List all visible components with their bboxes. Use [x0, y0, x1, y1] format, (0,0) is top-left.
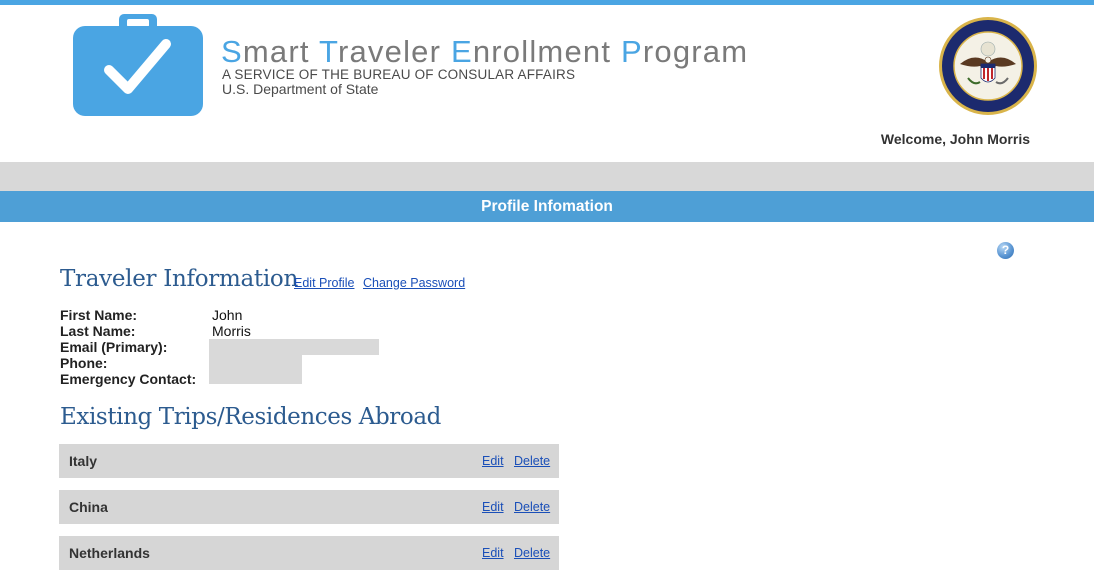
trip-edit-link[interactable]: Edit: [482, 454, 504, 468]
traveler-info-heading: Traveler Information: [60, 266, 298, 292]
trip-name: China: [69, 499, 108, 515]
program-title: Smart Traveler Enrollment Program: [221, 34, 749, 69]
trip-row: Netherlands Edit Delete: [59, 536, 559, 570]
trip-name: Italy: [69, 453, 98, 469]
program-subtitle: A SERVICE OF THE BUREAU OF CONSULAR AFFA…: [222, 67, 576, 82]
trip-row: Italy Edit Delete: [59, 444, 559, 478]
welcome-message: Welcome, John Morris: [880, 131, 1030, 147]
emergency-contact-label: Emergency Contact:: [60, 371, 197, 387]
department-of-state-seal-icon: [939, 17, 1037, 115]
phone-label: Phone:: [60, 355, 108, 371]
trip-edit-link[interactable]: Edit: [482, 546, 504, 560]
trip-row: China Edit Delete: [59, 490, 559, 524]
first-name-label: First Name:: [60, 307, 138, 323]
last-name-label: Last Name:: [60, 323, 136, 339]
email-redacted-block: [209, 339, 379, 355]
last-name-value: Morris: [212, 323, 251, 339]
phone-emergency-redacted-block: [209, 355, 302, 384]
trip-delete-link[interactable]: Delete: [514, 500, 550, 514]
trip-delete-link[interactable]: Delete: [514, 454, 550, 468]
trip-name: Netherlands: [69, 545, 150, 561]
help-icon[interactable]: ?: [997, 242, 1014, 259]
first-name-value: John: [212, 307, 243, 323]
briefcase-check-icon: [73, 14, 203, 116]
top-accent-strip: [0, 0, 1094, 5]
page-banner: Profile Infomation: [0, 191, 1094, 222]
department-name: U.S. Department of State: [222, 81, 379, 97]
gray-nav-band: [0, 162, 1094, 191]
change-password-link[interactable]: Change Password: [363, 276, 465, 290]
edit-profile-link[interactable]: Edit Profile: [294, 276, 354, 290]
trips-heading: Existing Trips/Residences Abroad: [60, 404, 441, 430]
trip-edit-link[interactable]: Edit: [482, 500, 504, 514]
email-label: Email (Primary):: [60, 339, 168, 355]
trip-delete-link[interactable]: Delete: [514, 546, 550, 560]
page-banner-title: Profile Infomation: [481, 198, 613, 215]
